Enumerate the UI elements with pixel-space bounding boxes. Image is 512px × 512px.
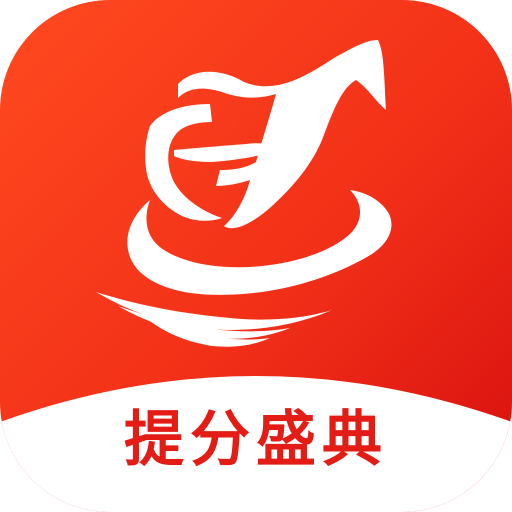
app-icon-container: 提分盛典 (0, 0, 512, 512)
app-name-label: 提分盛典 (124, 405, 388, 475)
